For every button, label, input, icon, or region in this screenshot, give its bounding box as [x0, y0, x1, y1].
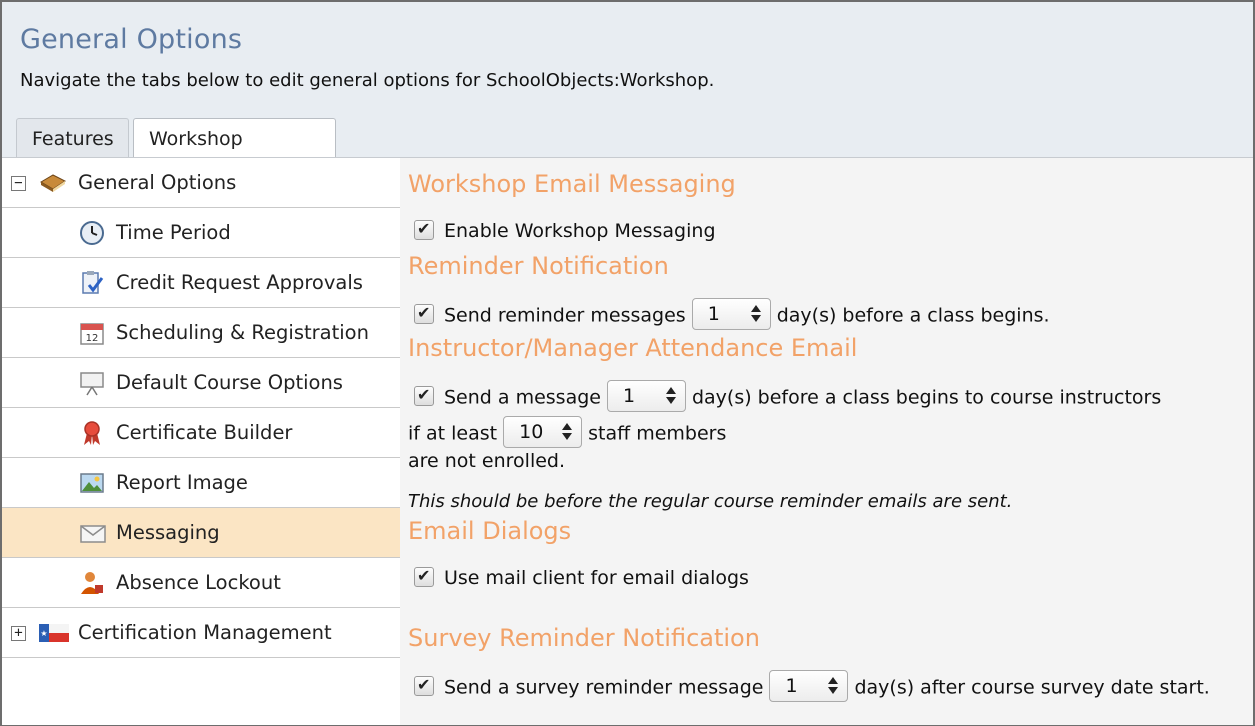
calendar-icon: 12 — [79, 320, 105, 346]
book-icon — [38, 170, 66, 196]
tree-item-certificate-builder[interactable]: Certificate Builder — [2, 408, 400, 458]
clock-icon — [79, 220, 105, 246]
staff-count-stepper[interactable]: 10 — [503, 416, 583, 448]
tree-item-label: Certification Management — [78, 621, 332, 644]
threshold-prefix: if at least — [408, 422, 498, 445]
collapse-icon[interactable]: − — [11, 176, 26, 191]
section-title-reminder: Reminder Notification — [408, 252, 669, 280]
attendance-suffix: day(s) before a class begins to course i… — [691, 386, 1162, 409]
texas-flag-icon: ★ — [38, 620, 69, 646]
tree-item-label: Certificate Builder — [116, 421, 293, 444]
page-title: General Options — [20, 24, 243, 55]
enable-messaging-label: Enable Workshop Messaging — [444, 220, 716, 242]
tree-item-absence-lockout[interactable]: Absence Lockout — [2, 558, 400, 608]
setting-reminder: Send reminder messages 1 day(s) before a c… — [414, 298, 1050, 332]
settings-panel: Workshop Email Messaging Enable Workshop… — [400, 158, 1253, 725]
header: General Options Navigate the tabs below … — [2, 2, 1253, 190]
stepper-arrows-icon[interactable] — [750, 304, 761, 324]
tree-item-label: Time Period — [116, 221, 231, 244]
reminder-checkbox[interactable] — [414, 303, 434, 324]
tree-item-label: General Options — [78, 171, 237, 194]
attendance-days-stepper[interactable]: 1 — [606, 380, 686, 412]
tab-workshop-options[interactable]: Workshop Options — [133, 118, 336, 190]
section-title-attendance: Instructor/Manager Attendance Email — [408, 334, 858, 362]
tree-item-label: Messaging — [116, 521, 220, 544]
enable-messaging-checkbox[interactable] — [414, 219, 434, 240]
setting-survey-reminder: Send a survey reminder message 1 day(s) af… — [414, 670, 1210, 704]
reminder-days-value: 1 — [707, 303, 720, 325]
stepper-arrows-icon[interactable] — [562, 422, 573, 442]
survey-prefix: Send a survey reminder message — [444, 676, 764, 699]
attendance-checkbox[interactable] — [414, 385, 434, 406]
options-tree: − General Options Time Period Credit Req… — [2, 158, 400, 725]
setting-attendance: Send a message 1 day(s) before a class beg… — [414, 380, 1162, 414]
attendance-prefix: Send a message — [444, 386, 601, 409]
attendance-days-value: 1 — [622, 385, 636, 407]
tree-item-scheduling-registration[interactable]: 12 Scheduling & Registration — [2, 308, 400, 358]
svg-text:★: ★ — [40, 629, 47, 638]
stepper-arrows-icon[interactable] — [665, 386, 676, 406]
tree-item-report-image[interactable]: Report Image — [2, 458, 400, 508]
attendance-line3: are not enrolled. — [408, 450, 566, 472]
tree-item-credit-request-approvals[interactable]: Credit Request Approvals — [2, 258, 400, 308]
tree-item-label: Credit Request Approvals — [116, 271, 363, 294]
tree-item-general-options[interactable]: − General Options — [2, 158, 400, 208]
attendance-note: This should be before the regular course… — [408, 491, 1013, 512]
tree-item-label: Absence Lockout — [116, 571, 281, 594]
reminder-prefix: Send reminder messages — [444, 304, 686, 327]
survey-days-value: 1 — [785, 675, 798, 697]
section-title-email-dialogs: Email Dialogs — [408, 517, 572, 545]
mail-client-checkbox[interactable] — [414, 566, 434, 587]
window-frame: General Options Navigate the tabs below … — [0, 0, 1255, 726]
reminder-days-stepper[interactable]: 1 — [691, 298, 771, 330]
ribbon-award-icon — [79, 420, 105, 446]
envelope-icon — [79, 520, 106, 546]
mail-client-label: Use mail client for email dialogs — [444, 567, 749, 589]
threshold-suffix: staff members — [588, 422, 727, 445]
tab-features[interactable]: Features — [16, 118, 129, 158]
page-description: Navigate the tabs below to edit general … — [20, 70, 715, 91]
clipboard-check-icon — [79, 270, 105, 296]
tree-item-label: Scheduling & Registration — [116, 321, 369, 344]
reminder-suffix: day(s) before a class begins. — [776, 304, 1050, 327]
setting-enable-messaging: Enable Workshop Messaging — [414, 219, 716, 242]
survey-suffix: day(s) after course survey date start. — [854, 676, 1210, 699]
setting-attendance-threshold: if at least 10 staff members — [408, 416, 727, 450]
stepper-arrows-icon[interactable] — [828, 676, 839, 696]
presentation-board-icon — [79, 370, 105, 396]
staff-count-value: 10 — [519, 421, 544, 443]
expand-icon[interactable]: + — [11, 626, 26, 641]
section-title-survey: Survey Reminder Notification — [408, 624, 760, 652]
tree-item-certification-management[interactable]: + ★ Certification Management — [2, 608, 400, 658]
tree-item-label: Default Course Options — [116, 371, 343, 394]
tree-item-messaging[interactable]: Messaging — [2, 508, 400, 558]
tree-item-default-course-options[interactable]: Default Course Options — [2, 358, 400, 408]
survey-days-stepper[interactable]: 1 — [769, 670, 849, 702]
tree-item-label: Report Image — [116, 471, 248, 494]
section-title-workshop-email: Workshop Email Messaging — [408, 170, 736, 198]
svg-text:12: 12 — [86, 333, 99, 344]
survey-reminder-checkbox[interactable] — [414, 675, 434, 696]
person-lock-icon — [79, 570, 105, 596]
tab-content: − General Options Time Period Credit Req… — [2, 157, 1253, 725]
tree-item-time-period[interactable]: Time Period — [2, 208, 400, 258]
setting-email-dialogs: Use mail client for email dialogs — [414, 566, 749, 589]
image-icon — [79, 470, 105, 496]
